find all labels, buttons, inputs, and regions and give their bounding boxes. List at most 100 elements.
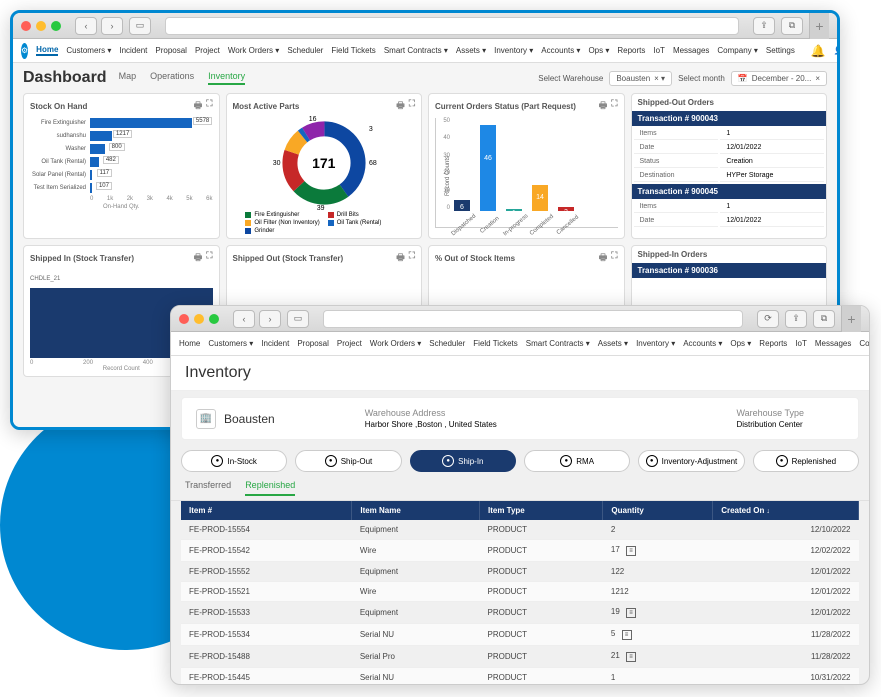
serial-icon[interactable]: ≡ xyxy=(626,652,636,662)
nav-reports[interactable]: Reports xyxy=(759,339,787,348)
expand-icon[interactable]: ⛶ xyxy=(409,250,415,266)
col-header[interactable]: Item # xyxy=(181,501,352,520)
new-tab-button[interactable]: + xyxy=(841,306,861,332)
nav-smart-contracts[interactable]: Smart Contracts ▾ xyxy=(526,339,590,348)
nav-ops[interactable]: Ops ▾ xyxy=(588,46,609,55)
tab-map[interactable]: Map xyxy=(119,71,137,85)
reload-icon[interactable]: ⟳ xyxy=(757,310,779,328)
url-bar[interactable] xyxy=(323,310,743,328)
export-icon[interactable]: 🖶 xyxy=(599,98,608,114)
transaction-header[interactable]: Transaction # 900045 xyxy=(632,184,827,199)
nav-work-orders[interactable]: Work Orders ▾ xyxy=(228,46,279,55)
nav-iot[interactable]: IoT xyxy=(795,339,807,348)
export-icon[interactable]: 🖶 xyxy=(194,98,203,114)
expand-icon[interactable]: ⛶ xyxy=(206,98,212,114)
table-row[interactable]: FE-PROD-15488Serial ProPRODUCT21 ≡11/28/… xyxy=(181,646,859,668)
nav-accounts[interactable]: Accounts ▾ xyxy=(683,339,722,348)
col-header[interactable]: Item Type xyxy=(479,501,602,520)
subtab-replenished[interactable]: Replenished xyxy=(245,480,295,496)
close-icon[interactable] xyxy=(21,21,31,31)
forward-button[interactable]: › xyxy=(101,17,123,35)
export-icon[interactable]: 🖶 xyxy=(396,250,405,266)
back-button[interactable]: ‹ xyxy=(75,17,97,35)
url-bar[interactable] xyxy=(165,17,739,35)
col-header[interactable]: Quantity xyxy=(603,501,713,520)
close-icon[interactable] xyxy=(179,314,189,324)
nav-field-tickets[interactable]: Field Tickets xyxy=(473,339,517,348)
maximize-icon[interactable] xyxy=(51,21,61,31)
action-ship-in[interactable]: ●Ship-In xyxy=(410,450,516,472)
nav-company[interactable]: Company ▾ xyxy=(717,46,758,55)
back-button[interactable]: ‹ xyxy=(233,310,255,328)
tab-inventory[interactable]: Inventory xyxy=(208,71,245,85)
minimize-icon[interactable] xyxy=(36,21,46,31)
transaction-header[interactable]: Transaction # 900036 xyxy=(632,263,827,278)
transaction-header[interactable]: Transaction # 900043 xyxy=(632,111,827,126)
nav-iot[interactable]: IoT xyxy=(653,46,665,55)
share-icon[interactable]: ⇪ xyxy=(753,17,775,35)
nav-work-orders[interactable]: Work Orders ▾ xyxy=(370,339,421,348)
nav-home[interactable]: Home xyxy=(179,339,200,348)
tabs-icon[interactable]: ⧉ xyxy=(813,310,835,328)
table-row[interactable]: FE-PROD-15521WirePRODUCT1212 12/01/2022 xyxy=(181,582,859,602)
nav-incident[interactable]: Incident xyxy=(119,46,147,55)
nav-field-tickets[interactable]: Field Tickets xyxy=(331,46,375,55)
tab-operations[interactable]: Operations xyxy=(150,71,194,85)
new-tab-button[interactable]: + xyxy=(809,13,829,39)
serial-icon[interactable]: ≡ xyxy=(626,546,636,556)
serial-icon[interactable]: ≡ xyxy=(622,630,632,640)
nav-messages[interactable]: Messages xyxy=(815,339,851,348)
nav-proposal[interactable]: Proposal xyxy=(297,339,329,348)
serial-icon[interactable]: ≡ xyxy=(626,608,636,618)
nav-project[interactable]: Project xyxy=(337,339,362,348)
forward-button[interactable]: › xyxy=(259,310,281,328)
expand-icon[interactable]: ⛶ xyxy=(611,98,617,114)
maximize-icon[interactable] xyxy=(209,314,219,324)
minimize-icon[interactable] xyxy=(194,314,204,324)
tabs-icon[interactable]: ⧉ xyxy=(781,17,803,35)
bell-icon[interactable]: 🔔 xyxy=(811,44,826,58)
share-icon[interactable]: ⇪ xyxy=(785,310,807,328)
nav-company[interactable]: Company ▾ xyxy=(859,339,870,348)
table-row[interactable]: FE-PROD-15534Serial NUPRODUCT5 ≡11/28/20… xyxy=(181,624,859,646)
sidebar-icon[interactable]: ▭ xyxy=(287,310,309,328)
table-row[interactable]: FE-PROD-15533EquipmentPRODUCT19 ≡12/01/2… xyxy=(181,602,859,624)
warehouse-select[interactable]: Boausten× ▾ xyxy=(609,71,672,86)
subtab-transferred[interactable]: Transferred xyxy=(185,480,231,496)
table-row[interactable]: FE-PROD-15542WirePRODUCT17 ≡12/02/2022 xyxy=(181,540,859,562)
nav-scheduler[interactable]: Scheduler xyxy=(287,46,323,55)
table-row[interactable]: FE-PROD-15554EquipmentPRODUCT2 12/10/202… xyxy=(181,520,859,540)
export-icon[interactable]: 🖶 xyxy=(194,250,203,266)
export-icon[interactable]: 🖶 xyxy=(599,250,608,266)
app-logo-icon[interactable]: ⚙ xyxy=(21,43,28,59)
action-rma[interactable]: ●RMA xyxy=(524,450,630,472)
action-in-stock[interactable]: ●In-Stock xyxy=(181,450,287,472)
nav-customers[interactable]: Customers ▾ xyxy=(208,339,253,348)
action-replenished[interactable]: ●Replenished xyxy=(753,450,859,472)
col-header[interactable]: Item Name xyxy=(352,501,480,520)
user-icon[interactable]: 👤 xyxy=(834,46,840,55)
nav-ops[interactable]: Ops ▾ xyxy=(730,339,751,348)
nav-settings[interactable]: Settings xyxy=(766,46,795,55)
action-inventory-adjustment[interactable]: ●Inventory-Adjustment xyxy=(638,450,744,472)
expand-icon[interactable]: ⛶ xyxy=(206,250,212,266)
nav-inventory[interactable]: Inventory ▾ xyxy=(494,46,533,55)
nav-incident[interactable]: Incident xyxy=(261,339,289,348)
nav-project[interactable]: Project xyxy=(195,46,220,55)
col-header[interactable]: Created On↓ xyxy=(713,501,859,520)
table-row[interactable]: FE-PROD-15445Serial NUPRODUCT1 10/31/202… xyxy=(181,668,859,686)
nav-assets[interactable]: Assets ▾ xyxy=(598,339,628,348)
nav-reports[interactable]: Reports xyxy=(617,46,645,55)
nav-smart-contracts[interactable]: Smart Contracts ▾ xyxy=(384,46,448,55)
expand-icon[interactable]: ⛶ xyxy=(611,250,617,266)
nav-home[interactable]: Home xyxy=(36,45,58,56)
nav-accounts[interactable]: Accounts ▾ xyxy=(541,46,580,55)
expand-icon[interactable]: ⛶ xyxy=(409,98,415,114)
action-ship-out[interactable]: ●Ship-Out xyxy=(295,450,401,472)
month-select[interactable]: 📅 December - 20... × xyxy=(731,71,827,86)
nav-customers[interactable]: Customers ▾ xyxy=(66,46,111,55)
table-row[interactable]: FE-PROD-15552EquipmentPRODUCT122 12/01/2… xyxy=(181,562,859,582)
nav-assets[interactable]: Assets ▾ xyxy=(456,46,486,55)
nav-inventory[interactable]: Inventory ▾ xyxy=(636,339,675,348)
nav-proposal[interactable]: Proposal xyxy=(155,46,187,55)
